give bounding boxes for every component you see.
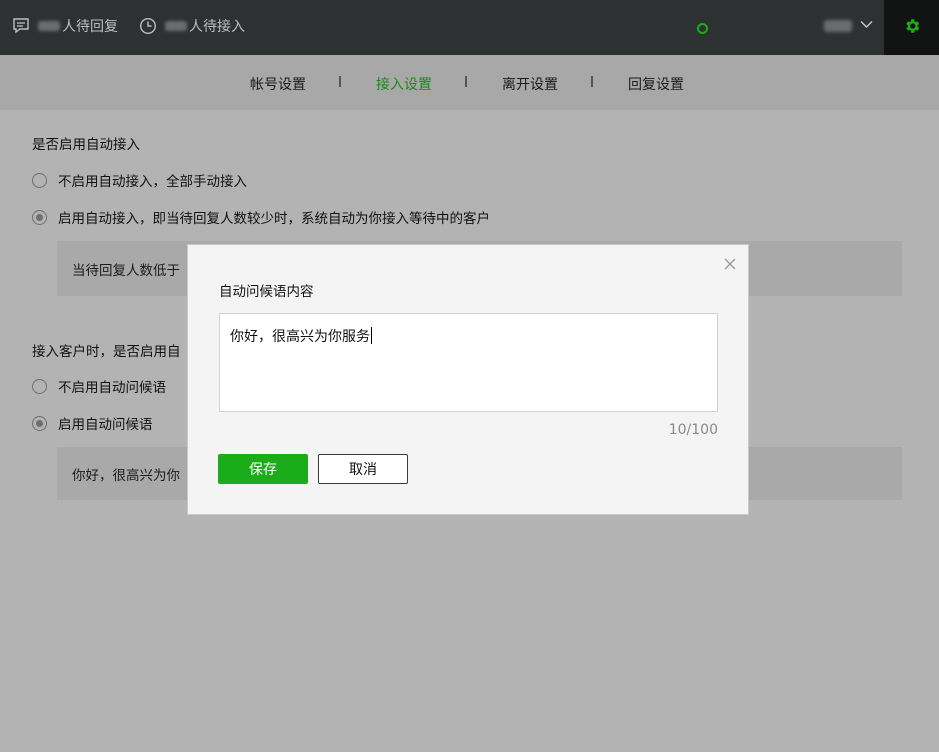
tab-divider	[465, 76, 467, 87]
settings-button[interactable]	[884, 0, 939, 55]
greeting-edit-dialog: 自动问候语内容 你好，很高兴为你服务 10/100 保存 取消	[187, 244, 749, 515]
auto-greeting-option-on[interactable]: 启用自动问候语	[32, 413, 153, 433]
panel-text: 当待回复人数低于	[72, 262, 180, 279]
auto-access-option-off[interactable]: 不启用自动接入，全部手动接入	[32, 170, 247, 190]
radio-button[interactable]	[32, 415, 47, 431]
pending-reply-count	[38, 21, 60, 31]
auto-greeting-option-off[interactable]: 不启用自动问候语	[32, 376, 166, 396]
character-counter: 10/100	[668, 422, 718, 438]
tab-account-settings[interactable]: 帐号设置	[250, 74, 306, 94]
chat-bubble-icon	[12, 17, 30, 35]
tab-away-settings[interactable]: 离开设置	[502, 74, 558, 94]
option-label: 启用自动问候语	[58, 417, 153, 433]
auto-access-option-on[interactable]: 启用自动接入，即当待回复人数较少时，系统自动为你接入等待中的客户	[32, 207, 490, 227]
close-icon[interactable]	[723, 257, 737, 271]
pending-reply-label: 人待回复	[62, 19, 118, 35]
dialog-title: 自动问候语内容	[219, 284, 314, 300]
pending-access-label: 人待接入	[189, 19, 245, 35]
greeting-text: 你好，很高兴为你服务	[230, 329, 370, 345]
option-label: 不启用自动问候语	[58, 380, 166, 396]
top-bar: 人待回复 人待接入	[0, 0, 939, 55]
radio-button[interactable]	[32, 209, 47, 225]
radio-button[interactable]	[32, 172, 47, 188]
tab-reply-settings[interactable]: 回复设置	[628, 74, 684, 94]
auto-greeting-title: 接入客户时，是否启用自	[32, 344, 181, 360]
auto-access-title: 是否启用自动接入	[32, 137, 140, 153]
tab-access-settings[interactable]: 接入设置	[376, 74, 432, 94]
greeting-textarea[interactable]: 你好，很高兴为你服务	[219, 313, 718, 412]
clock-icon	[139, 17, 157, 35]
gear-icon	[903, 17, 921, 39]
pending-access-count	[165, 21, 187, 31]
online-status-indicator[interactable]	[697, 23, 708, 34]
save-button[interactable]: 保存	[218, 454, 308, 484]
settings-tabs: 帐号设置 接入设置 离开设置 回复设置	[0, 55, 939, 110]
radio-button[interactable]	[32, 378, 47, 394]
pending-reply-item[interactable]: 人待回复	[12, 15, 118, 37]
text-caret	[371, 327, 372, 344]
user-menu[interactable]	[824, 18, 873, 33]
pending-access-item[interactable]: 人待接入	[139, 15, 245, 37]
user-name	[824, 19, 852, 32]
option-label: 不启用自动接入，全部手动接入	[58, 174, 247, 190]
tab-divider	[339, 76, 341, 87]
tab-divider	[591, 76, 593, 87]
chevron-down-icon	[860, 18, 873, 33]
panel-text: 你好，很高兴为你	[72, 467, 180, 484]
cancel-button[interactable]: 取消	[318, 454, 408, 484]
option-label: 启用自动接入，即当待回复人数较少时，系统自动为你接入等待中的客户	[58, 211, 490, 227]
